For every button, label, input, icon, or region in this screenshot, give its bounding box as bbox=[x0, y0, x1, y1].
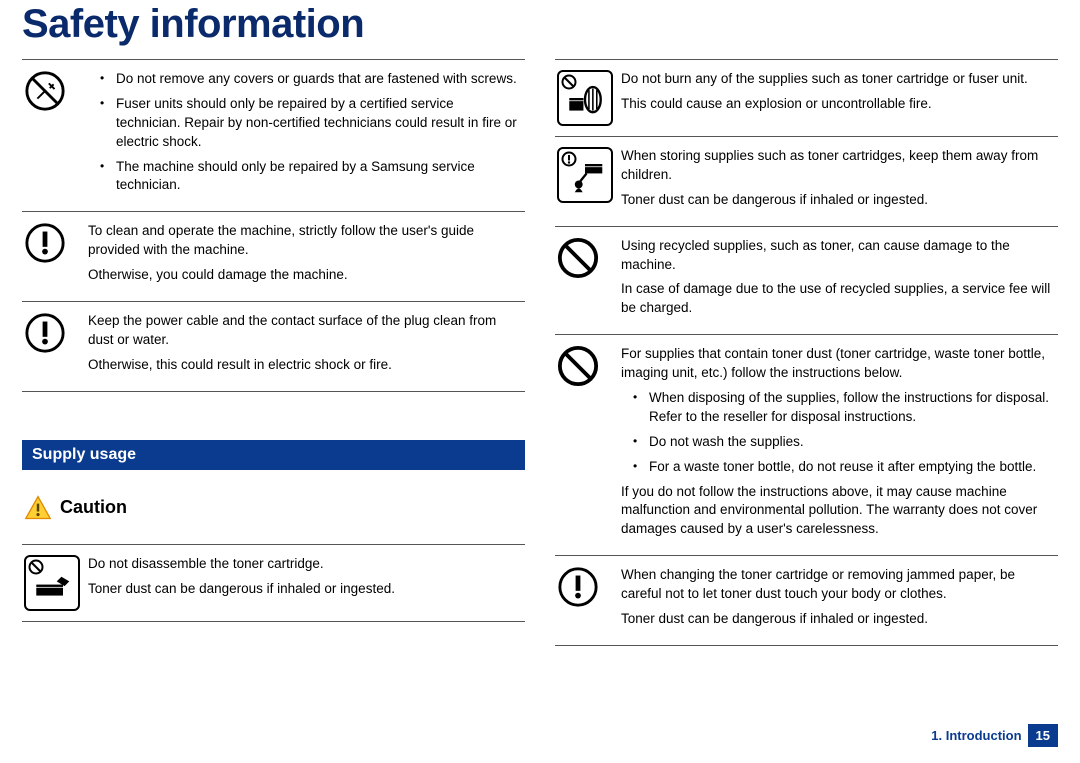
keep-from-children-icon bbox=[557, 147, 613, 203]
text-cell: When changing the toner cartridge or rem… bbox=[617, 556, 1058, 646]
text-cell: To clean and operate the machine, strict… bbox=[84, 212, 525, 302]
table-row: Do not remove any covers or guards that … bbox=[22, 60, 525, 212]
table-row: For supplies that contain toner dust (to… bbox=[555, 335, 1058, 556]
list-item: When disposing of the supplies, follow t… bbox=[639, 389, 1054, 427]
mandatory-icon bbox=[557, 566, 613, 608]
caution-triangle-icon bbox=[24, 494, 52, 522]
prohibit-corner-icon bbox=[28, 559, 44, 575]
column-left: Do not remove any covers or guards that … bbox=[22, 59, 525, 646]
paragraph: To clean and operate the machine, strict… bbox=[88, 222, 521, 260]
section-heading: Supply usage bbox=[22, 440, 525, 470]
page-root: Safety information Do not remove any cov… bbox=[0, 0, 1080, 763]
table-row: When changing the toner cartridge or rem… bbox=[555, 556, 1058, 646]
list-item: For a waste toner bottle, do not reuse i… bbox=[639, 458, 1054, 477]
text-cell: Keep the power cable and the contact sur… bbox=[84, 302, 525, 392]
paragraph: Otherwise, you could damage the machine. bbox=[88, 266, 521, 285]
list-item: Fuser units should only be repaired by a… bbox=[106, 95, 521, 152]
text-cell: When storing supplies such as toner cart… bbox=[617, 137, 1058, 227]
table-row: Do not burn any of the supplies such as … bbox=[555, 60, 1058, 137]
paragraph: If you do not follow the instructions ab… bbox=[621, 483, 1054, 540]
text-cell: Do not disassemble the toner cartridge. … bbox=[84, 544, 525, 621]
column-right: Do not burn any of the supplies such as … bbox=[555, 59, 1058, 646]
paragraph: This could cause an explosion or uncontr… bbox=[621, 95, 1054, 114]
text-cell: Do not remove any covers or guards that … bbox=[84, 60, 525, 212]
table-row: Using recycled supplies, such as toner, … bbox=[555, 226, 1058, 335]
mandatory-corner-icon bbox=[561, 151, 577, 167]
icon-cell bbox=[555, 137, 617, 227]
list-item: Do not remove any covers or guards that … bbox=[106, 70, 521, 89]
table-row: Keep the power cable and the contact sur… bbox=[22, 302, 525, 392]
prohibit-icon bbox=[557, 345, 613, 387]
paragraph: Do not disassemble the toner cartridge. bbox=[88, 555, 521, 574]
paragraph: Toner dust can be dangerous if inhaled o… bbox=[621, 610, 1054, 629]
icon-cell bbox=[22, 60, 84, 212]
caution-label: Caution bbox=[60, 497, 127, 518]
list-item: The machine should only be repaired by a… bbox=[106, 158, 521, 196]
icon-cell bbox=[22, 212, 84, 302]
icon-cell bbox=[555, 60, 617, 137]
bullet-list: When disposing of the supplies, follow t… bbox=[621, 389, 1054, 477]
table-row: When storing supplies such as toner cart… bbox=[555, 137, 1058, 227]
caution-heading: Caution bbox=[24, 494, 525, 522]
mandatory-icon bbox=[24, 312, 80, 354]
paragraph: Keep the power cable and the contact sur… bbox=[88, 312, 521, 350]
no-tools-icon bbox=[24, 70, 80, 112]
icon-cell bbox=[22, 544, 84, 621]
text-cell: Do not burn any of the supplies such as … bbox=[617, 60, 1058, 137]
list-item: Do not wash the supplies. bbox=[639, 433, 1054, 452]
bullet-list: Do not remove any covers or guards that … bbox=[88, 70, 521, 195]
safety-table-left-2: Do not disassemble the toner cartridge. … bbox=[22, 544, 525, 622]
prohibit-icon bbox=[557, 237, 613, 279]
page-title: Safety information bbox=[22, 0, 1058, 59]
no-burn-supplies-icon bbox=[557, 70, 613, 126]
toner-disassemble-icon bbox=[24, 555, 80, 611]
icon-cell bbox=[555, 226, 617, 335]
paragraph: When changing the toner cartridge or rem… bbox=[621, 566, 1054, 604]
paragraph: Toner dust can be dangerous if inhaled o… bbox=[621, 191, 1054, 210]
prohibit-corner-icon bbox=[561, 74, 577, 90]
paragraph: For supplies that contain toner dust (to… bbox=[621, 345, 1054, 383]
footer-section-label: 1. Introduction bbox=[931, 728, 1021, 743]
text-cell: Using recycled supplies, such as toner, … bbox=[617, 226, 1058, 335]
paragraph: When storing supplies such as toner cart… bbox=[621, 147, 1054, 185]
table-row: Do not disassemble the toner cartridge. … bbox=[22, 544, 525, 621]
safety-table-right: Do not burn any of the supplies such as … bbox=[555, 59, 1058, 646]
paragraph: Using recycled supplies, such as toner, … bbox=[621, 237, 1054, 275]
paragraph: Toner dust can be dangerous if inhaled o… bbox=[88, 580, 521, 599]
mandatory-icon bbox=[24, 222, 80, 264]
icon-cell bbox=[555, 335, 617, 556]
page-footer: 1. Introduction 15 bbox=[931, 724, 1058, 747]
table-row: To clean and operate the machine, strict… bbox=[22, 212, 525, 302]
safety-table-left: Do not remove any covers or guards that … bbox=[22, 59, 525, 392]
paragraph: Do not burn any of the supplies such as … bbox=[621, 70, 1054, 89]
paragraph: Otherwise, this could result in electric… bbox=[88, 356, 521, 375]
text-cell: For supplies that contain toner dust (to… bbox=[617, 335, 1058, 556]
paragraph: In case of damage due to the use of recy… bbox=[621, 280, 1054, 318]
icon-cell bbox=[22, 302, 84, 392]
content-columns: Do not remove any covers or guards that … bbox=[22, 59, 1058, 646]
icon-cell bbox=[555, 556, 617, 646]
footer-page-number: 15 bbox=[1028, 724, 1058, 747]
